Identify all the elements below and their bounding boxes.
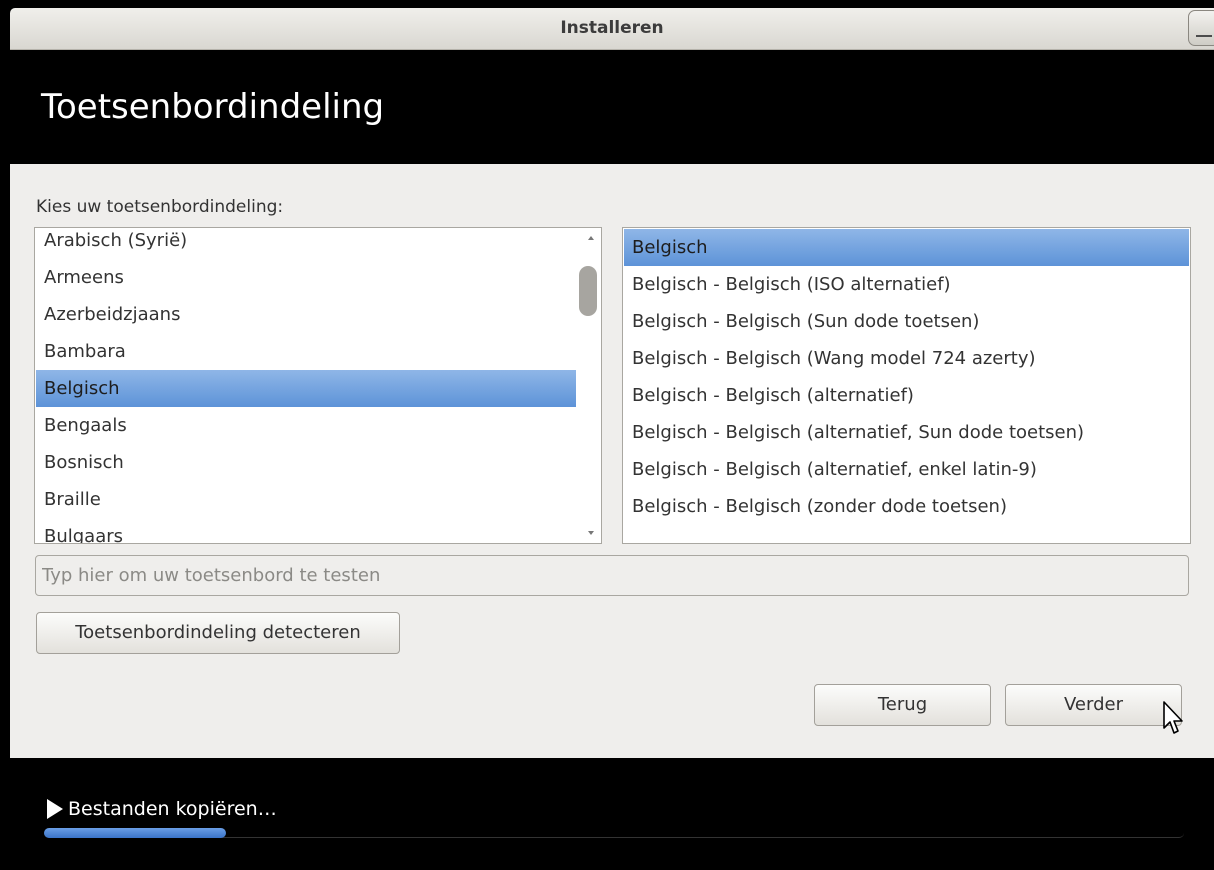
minimize-button[interactable] xyxy=(1188,10,1214,46)
variant-list[interactable]: Belgisch Belgisch - Belgisch (ISO alterna… xyxy=(622,227,1191,544)
variant-list-item[interactable]: Belgisch - Belgisch (Sun dode toetsen) xyxy=(624,303,1189,340)
layout-list[interactable]: Bulgaars Braille Bosnisch Bengaals Belgisch B… xyxy=(34,227,602,544)
scroll-down-arrow-icon[interactable] xyxy=(588,531,594,535)
layout-list-item[interactable]: Bosnisch xyxy=(36,444,576,481)
layout-list-item[interactable]: Braille xyxy=(36,481,576,518)
layout-list-item[interactable]: Arabisch (Syrië) xyxy=(36,228,576,259)
progress-bar-fill xyxy=(44,828,226,838)
title-bar[interactable]: Installeren xyxy=(10,8,1214,50)
main-content: Kies uw toetsenbordindeling: Bulgaars Bra… xyxy=(10,164,1214,758)
layout-list-scrollbar-thumb[interactable] xyxy=(579,266,597,316)
layout-list-item[interactable]: Azerbeidzjaans xyxy=(36,296,576,333)
layout-list-item[interactable]: Bulgaars xyxy=(36,518,576,543)
variant-list-item[interactable]: Belgisch - Belgisch (alternatief) xyxy=(624,377,1189,414)
layout-prompt: Kies uw toetsenbordindeling: xyxy=(36,197,284,217)
page-title: Toetsenbordindeling xyxy=(41,87,385,127)
variant-list-item[interactable]: Belgisch - Belgisch (Wang model 724 azer… xyxy=(624,340,1189,377)
variant-list-item[interactable]: Belgisch - Belgisch (alternatief, enkel … xyxy=(624,451,1189,488)
back-button[interactable]: Terug xyxy=(814,684,991,726)
page-header: Toetsenbordindeling xyxy=(10,50,1214,164)
next-button[interactable]: Verder xyxy=(1005,684,1182,726)
variant-list-item[interactable]: Belgisch - Belgisch (zonder dode toetsen… xyxy=(624,488,1189,525)
variant-list-item[interactable]: Belgisch xyxy=(624,229,1189,266)
layout-list-item[interactable]: Bengaals xyxy=(36,407,576,444)
expand-arrow-icon[interactable] xyxy=(47,799,63,819)
layout-list-item[interactable]: Bambara xyxy=(36,333,576,370)
installer-window: Installeren Toetsenbordindeling Kies uw … xyxy=(0,0,1214,870)
variant-list-item[interactable]: Belgisch - Belgisch (ISO alternatief) xyxy=(624,266,1189,303)
scroll-up-arrow-icon[interactable] xyxy=(588,236,594,240)
detect-layout-button[interactable]: Toetsenbordindeling detecteren xyxy=(36,612,400,654)
variant-list-item[interactable]: Belgisch - Belgisch (alternatief, Sun do… xyxy=(624,414,1189,451)
keyboard-test-input[interactable] xyxy=(35,555,1189,596)
layout-list-item[interactable]: Armeens xyxy=(36,259,576,296)
mouse-cursor-icon xyxy=(1163,701,1183,734)
progress-footer: Bestanden kopiëren… xyxy=(10,758,1214,870)
progress-bar xyxy=(44,828,1184,838)
window-title: Installeren xyxy=(560,18,664,38)
layout-list-item[interactable]: Belgisch xyxy=(36,370,576,407)
progress-status: Bestanden kopiëren… xyxy=(68,798,277,820)
